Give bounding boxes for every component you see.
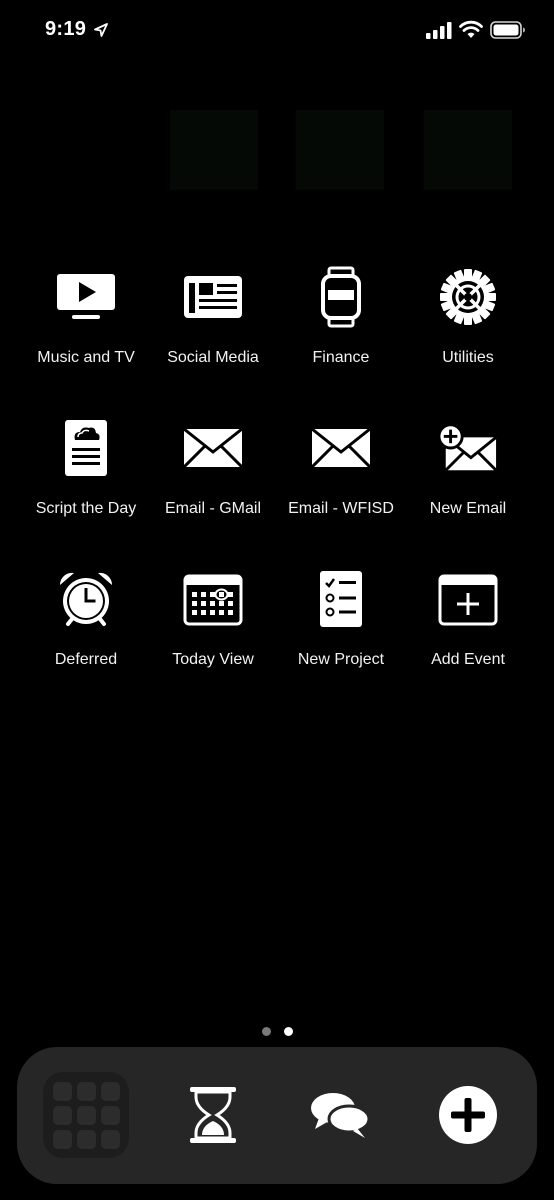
app-label: Script the Day	[35, 500, 137, 517]
app-label: Add Event	[431, 651, 505, 668]
alarm-clock-icon	[56, 567, 116, 631]
status-time: 9:19	[45, 18, 87, 40]
envelope-plus-icon	[438, 416, 498, 480]
app-email-wfisd[interactable]: Email - WFISD	[277, 416, 405, 526]
app-label: Deferred	[54, 651, 118, 668]
app-label: Finance	[312, 349, 370, 366]
hidden-widget	[170, 110, 258, 190]
app-social-media[interactable]: Social Media	[149, 265, 277, 375]
dock-app-hourglass[interactable]	[170, 1072, 256, 1158]
app-new-project[interactable]: New Project	[277, 567, 405, 677]
app-folder-icon	[52, 1081, 120, 1149]
app-add-event[interactable]: Add Event	[404, 567, 532, 677]
app-label: Utilities	[442, 349, 494, 366]
app-label: Email - WFISD	[288, 500, 394, 517]
calendar-icon	[183, 567, 243, 631]
dock-app-add[interactable]	[425, 1072, 511, 1158]
app-deferred[interactable]: Deferred	[22, 567, 150, 677]
dock	[17, 1047, 537, 1184]
app-label: New Project	[297, 651, 385, 668]
app-today-view[interactable]: Today View	[149, 567, 277, 677]
hidden-widget	[296, 110, 384, 190]
calendar-add-icon	[438, 567, 498, 631]
hidden-widget	[424, 110, 512, 190]
chat-bubbles-icon	[311, 1093, 371, 1138]
app-folder[interactable]	[43, 1072, 129, 1158]
app-label: Social Media	[167, 349, 259, 366]
page-dot[interactable]	[262, 1027, 271, 1036]
newspaper-icon	[183, 265, 243, 329]
app-music-and-tv[interactable]: Music and TV	[22, 265, 150, 375]
app-new-email[interactable]: New Email	[404, 416, 532, 526]
battery-icon	[490, 21, 525, 39]
gear-icon	[438, 265, 498, 329]
app-utilities[interactable]: Utilities	[404, 265, 532, 375]
smartwatch-icon	[311, 265, 371, 329]
app-label: Music and TV	[37, 349, 135, 366]
document-cloud-icon	[56, 416, 116, 480]
dock-app-messages[interactable]	[297, 1072, 383, 1158]
envelope-icon	[311, 416, 371, 480]
app-label: Email - GMail	[164, 500, 261, 517]
wifi-icon	[459, 20, 483, 38]
app-script-the-day[interactable]: Script the Day	[22, 416, 150, 526]
location-arrow-icon	[94, 23, 108, 37]
app-finance[interactable]: Finance	[277, 265, 405, 375]
hourglass-icon	[190, 1087, 236, 1143]
envelope-icon	[183, 416, 243, 480]
page-indicator[interactable]	[0, 1027, 554, 1039]
page-dot-active[interactable]	[284, 1027, 293, 1036]
app-email-gmail[interactable]: Email - GMail	[149, 416, 277, 526]
plus-circle-icon	[439, 1086, 497, 1144]
app-label: Today View	[172, 651, 254, 668]
status-bar: 9:19	[0, 0, 554, 60]
cellular-signal-icon	[426, 22, 452, 39]
app-label: New Email	[429, 500, 507, 517]
checklist-icon	[311, 567, 371, 631]
tv-play-icon	[56, 265, 116, 329]
